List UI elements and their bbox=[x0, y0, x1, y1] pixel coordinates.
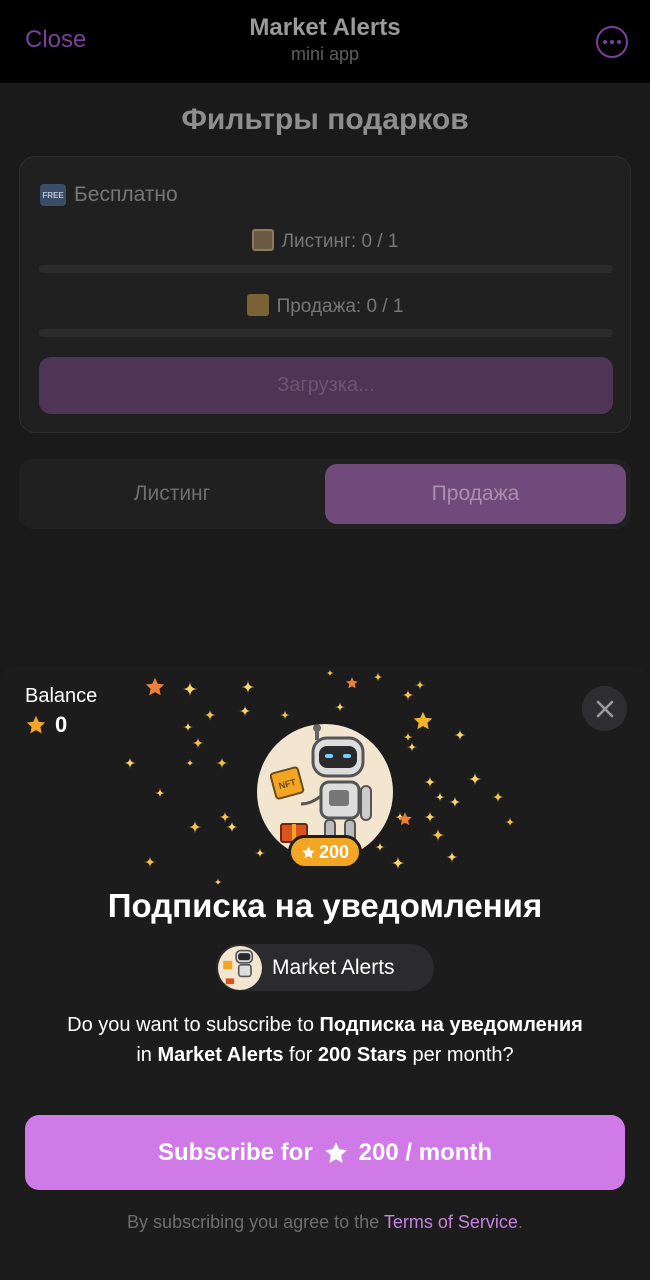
loading-button[interactable]: Загрузка... bbox=[39, 357, 613, 414]
terms-prefix: By subscribing you agree to the bbox=[127, 1212, 384, 1232]
sparkle-shape bbox=[402, 689, 414, 701]
sparkle-shape bbox=[326, 669, 334, 677]
sparkle-shape bbox=[373, 672, 383, 682]
sparkle-shape bbox=[186, 759, 194, 767]
page-title: Фильтры подарков bbox=[181, 103, 469, 136]
star-decoration bbox=[413, 711, 433, 730]
free-badge-icon: FREE bbox=[40, 184, 66, 206]
mode-segmented-control: Листинг Продажа bbox=[19, 459, 631, 529]
sparkle-shape bbox=[391, 856, 405, 870]
desc-price: 200 Stars bbox=[317, 1044, 407, 1066]
sparkle-shape bbox=[204, 709, 216, 721]
sheet-title: Подписка на уведомления bbox=[107, 887, 543, 924]
tab-listing[interactable]: Листинг bbox=[19, 459, 325, 529]
sparkle-shape bbox=[375, 842, 385, 852]
balance-row: 0 bbox=[25, 712, 67, 738]
star-decoration bbox=[346, 677, 358, 689]
sparkle-shape bbox=[239, 705, 251, 717]
desc-text: in bbox=[136, 1044, 158, 1066]
listing-stat: Листинг: 0 / 1 bbox=[20, 229, 630, 253]
plan-label: Бесплатно bbox=[74, 183, 178, 206]
sparkle-shape bbox=[468, 772, 482, 786]
subscribe-prefix: Subscribe for bbox=[157, 1138, 313, 1166]
robot-icon bbox=[223, 949, 254, 984]
listing-progress-bar bbox=[39, 265, 613, 273]
desc-bot: Market Alerts bbox=[157, 1044, 284, 1066]
star-icon bbox=[302, 845, 315, 858]
price-badge-value: 200 bbox=[318, 841, 350, 862]
money-bag-icon bbox=[246, 294, 269, 316]
sparkle-shape bbox=[435, 792, 445, 802]
more-dots-icon[interactable] bbox=[596, 26, 628, 58]
sparkle-shape bbox=[492, 791, 504, 803]
sparkle-shape bbox=[124, 757, 136, 769]
sparkle-shape bbox=[144, 856, 156, 868]
plan-row: FREE Бесплатно bbox=[40, 183, 178, 207]
subscribe-amount: 200 / month bbox=[358, 1138, 493, 1166]
listing-stat-label: Листинг: 0 / 1 bbox=[281, 231, 399, 252]
star-decoration bbox=[145, 677, 165, 696]
star-icon bbox=[324, 1141, 347, 1163]
terms-text: By subscribing you agree to the Terms of… bbox=[0, 1212, 650, 1233]
balance-label: Balance bbox=[25, 685, 98, 707]
sparkle-shape bbox=[183, 722, 193, 732]
sparkle-shape bbox=[446, 851, 458, 863]
sparkle-shape bbox=[407, 742, 417, 752]
sparkle-shape bbox=[415, 680, 425, 690]
bot-chip-name: Market Alerts bbox=[272, 955, 395, 979]
sparkle-shape bbox=[403, 732, 413, 742]
sale-stat-label: Продажа: 0 / 1 bbox=[276, 296, 404, 317]
sparkle-shape bbox=[216, 757, 228, 769]
balance-value: 0 bbox=[55, 712, 68, 737]
app-subtitle: mini app bbox=[290, 44, 360, 64]
clipboard-icon bbox=[251, 229, 274, 251]
subscribe-button[interactable]: Subscribe for 200 / month bbox=[25, 1115, 625, 1190]
sparkle-shape bbox=[280, 710, 290, 720]
sparkle-shape bbox=[219, 811, 231, 823]
bot-chip[interactable]: Market Alerts bbox=[216, 944, 434, 991]
limits-card: FREE Бесплатно Листинг: 0 / 1 Продажа: 0… bbox=[19, 156, 631, 433]
sparkle-shape bbox=[505, 817, 515, 827]
desc-text: per month? bbox=[406, 1044, 514, 1066]
desc-subscription: Подписка на уведомления bbox=[319, 1014, 583, 1036]
desc-text: for bbox=[283, 1044, 318, 1066]
tab-sale[interactable]: Продажа bbox=[325, 464, 626, 524]
sparkle-shape bbox=[335, 702, 345, 712]
sparkle-shape bbox=[454, 729, 466, 741]
sparkle-shape bbox=[188, 820, 202, 834]
sparkle-shape bbox=[449, 796, 461, 808]
sparkle-shape bbox=[255, 848, 265, 858]
subscription-sheet: Balance 0 NFT 200 Подписка на уведомлени… bbox=[0, 667, 650, 1280]
header-title-block: Market Alerts mini app bbox=[0, 14, 650, 65]
sale-stat: Продажа: 0 / 1 bbox=[20, 294, 630, 318]
sparkle-shape bbox=[155, 788, 165, 798]
sparkle-shape bbox=[226, 821, 238, 833]
app-title: Market Alerts bbox=[249, 14, 401, 41]
sale-progress-bar bbox=[39, 329, 613, 337]
desc-text: Do you want to subscribe to bbox=[67, 1014, 320, 1036]
sparkle-shape bbox=[192, 737, 204, 749]
star-icon bbox=[26, 715, 46, 734]
subscription-description: Do you want to subscribe to Подписка на … bbox=[20, 1010, 630, 1070]
sparkle-shape bbox=[182, 681, 198, 697]
top-bar: Close Market Alerts mini app bbox=[0, 0, 650, 83]
terms-suffix: . bbox=[517, 1212, 523, 1232]
price-badge: 200 bbox=[288, 835, 362, 869]
star-decoration bbox=[398, 812, 412, 825]
sparkle-shape bbox=[424, 776, 436, 788]
sparkle-shape bbox=[214, 878, 222, 886]
sparkle-shape bbox=[424, 811, 436, 823]
bot-mini-avatar bbox=[218, 945, 262, 990]
close-icon[interactable] bbox=[582, 686, 627, 731]
sparkle-shape bbox=[241, 680, 255, 694]
terms-link[interactable]: Terms of Service bbox=[384, 1212, 518, 1232]
sparkle-shape bbox=[431, 828, 445, 842]
